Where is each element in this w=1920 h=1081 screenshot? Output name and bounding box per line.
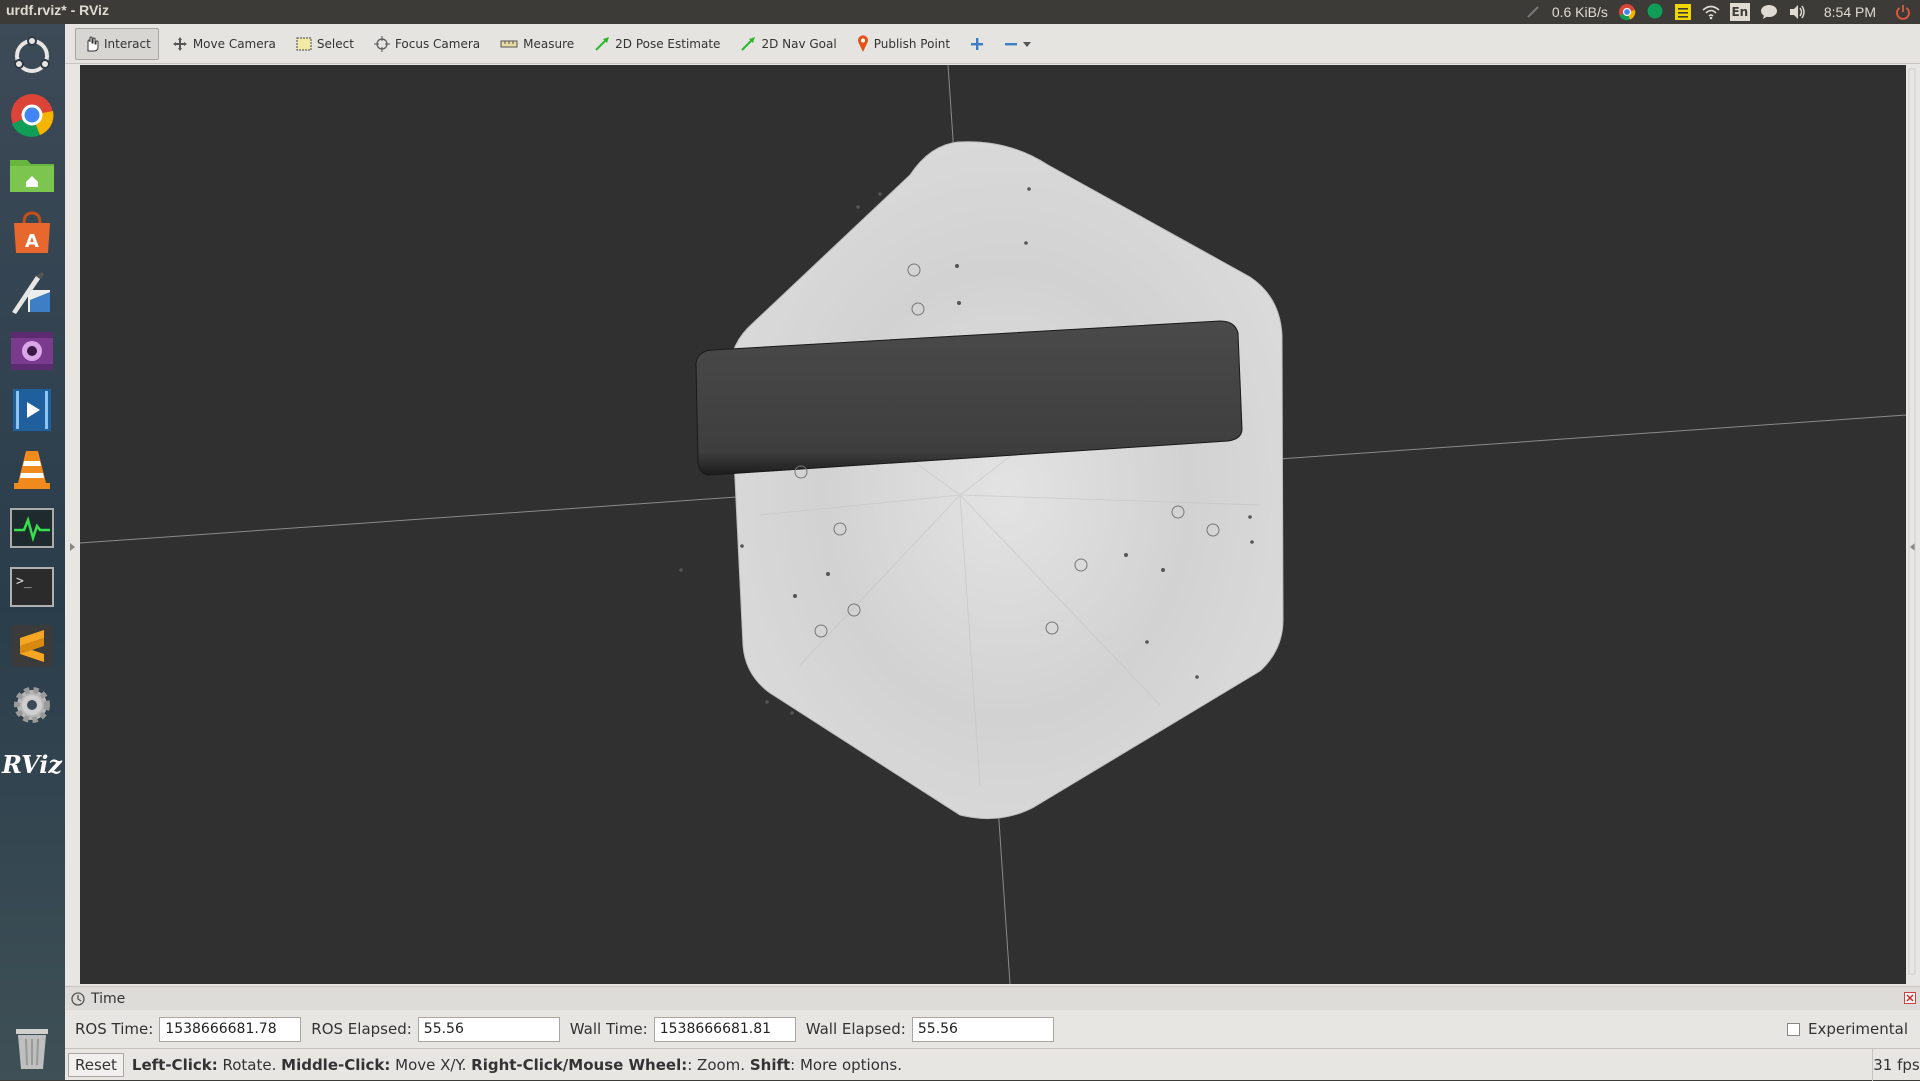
focus-icon	[373, 35, 390, 52]
tool-label: Publish Point	[873, 36, 951, 51]
svg-text:>_: >_	[16, 574, 32, 589]
ubuntu-dash-icon[interactable]	[8, 32, 56, 80]
tool-label: 2D Nav Goal	[761, 36, 837, 51]
messaging-icon[interactable]	[1760, 3, 1778, 21]
ros-elapsed-label: ROS Elapsed:	[311, 1020, 412, 1038]
add-tool-button[interactable]	[963, 28, 991, 60]
reset-button[interactable]: Reset	[68, 1052, 124, 1077]
tool-label: Select	[316, 36, 354, 51]
tool-label: Interact	[104, 36, 151, 51]
minus-icon	[1005, 42, 1018, 45]
power-icon[interactable]	[1894, 3, 1912, 21]
hint-part: Middle-Click:	[281, 1055, 391, 1074]
move-camera-icon	[172, 36, 187, 51]
3d-viewport[interactable]	[80, 65, 1906, 984]
tool-label: Measure	[523, 36, 575, 51]
top-menu-bar: urdf.rviz* - RViz 0.6 KiB/s En 8:54 PM	[0, 0, 1920, 24]
status-bar: Reset Left-Click: Rotate. Middle-Click: …	[65, 1048, 1920, 1081]
fps-counter: 31 fps	[1872, 1049, 1920, 1081]
rviz-launcher-label: RViz	[1, 749, 63, 779]
tool-label: Focus Camera	[394, 36, 481, 51]
tool-2d-nav-goal[interactable]: 2D Nav Goal	[733, 28, 843, 60]
right-dock-collapse[interactable]	[1906, 65, 1920, 984]
rviz-icon[interactable]: RViz	[2, 740, 62, 788]
unity-launcher: A >_ RViz	[0, 24, 65, 1080]
keyboard-icon[interactable]: En	[1729, 3, 1750, 21]
wall-time-field[interactable]: 1538666681.81	[653, 1016, 796, 1042]
chrome-icon[interactable]	[8, 91, 56, 139]
clock-icon	[71, 991, 85, 1006]
clock[interactable]: 8:54 PM	[1824, 4, 1876, 20]
chrome-icon[interactable]	[1618, 3, 1636, 21]
hint-part: : Zoom.	[687, 1055, 750, 1074]
tool-interact[interactable]: Interact	[75, 27, 159, 60]
vlc-icon[interactable]	[8, 445, 56, 493]
experimental-option[interactable]: Experimental	[1786, 1020, 1908, 1038]
ros-time-label: ROS Time:	[75, 1020, 154, 1038]
video-editor-icon[interactable]	[8, 386, 56, 434]
experimental-label: Experimental	[1807, 1020, 1908, 1038]
tool-label: Move Camera	[192, 36, 276, 51]
libreoffice-draw-icon[interactable]	[8, 268, 56, 316]
ruler-icon	[500, 40, 518, 47]
time-panel-header: Time	[65, 986, 1920, 1010]
robot-scene[interactable]	[80, 65, 1906, 984]
wall-time-label: Wall Time:	[569, 1020, 648, 1038]
wall-elapsed-field[interactable]: 55.56	[911, 1016, 1054, 1042]
system-settings-icon[interactable]	[8, 681, 56, 729]
files-icon[interactable]	[8, 150, 56, 198]
tool-focus-camera[interactable]: Focus Camera	[367, 28, 487, 60]
tool-label: 2D Pose Estimate	[615, 36, 721, 51]
window-title: urdf.rviz* - RViz	[6, 2, 109, 18]
hint-part: Shift	[749, 1055, 791, 1074]
pin-icon	[857, 34, 868, 52]
hint-part: Left-Click:	[131, 1055, 218, 1074]
hint-part: Right-Click/Mouse Wheel:	[471, 1055, 688, 1074]
remove-tool-button[interactable]	[997, 28, 1038, 60]
keyboard-layout: En	[1731, 5, 1749, 19]
robot-base-plate	[729, 141, 1284, 820]
system-tray: 0.6 KiB/s En 8:54 PM	[1524, 0, 1912, 24]
experimental-checkbox[interactable]	[1786, 1022, 1800, 1036]
notes-icon[interactable]	[1674, 3, 1692, 21]
time-panel-title: Time	[91, 990, 126, 1007]
tool-publish-point[interactable]: Publish Point	[850, 28, 957, 60]
tool-move-camera[interactable]: Move Camera	[165, 28, 283, 60]
time-panel-fields: ROS Time: 1538666681.78 ROS Elapsed: 55.…	[65, 1010, 1920, 1048]
plus-icon	[971, 37, 984, 50]
tool-select[interactable]: Select	[289, 28, 361, 60]
wifi-icon[interactable]	[1702, 3, 1720, 21]
hint-part: Rotate.	[217, 1055, 282, 1074]
hint-part: : More options.	[790, 1055, 902, 1074]
software-center-icon[interactable]: A	[8, 209, 56, 257]
tool-measure[interactable]: Measure	[493, 28, 581, 60]
left-dock-collapse[interactable]	[65, 65, 80, 984]
net-speed[interactable]: 0.6 KiB/s	[1552, 4, 1608, 20]
volume-icon[interactable]	[1788, 3, 1806, 21]
svg-text:A: A	[25, 231, 39, 252]
wall-elapsed-label: Wall Elapsed:	[805, 1020, 906, 1038]
rviz-window: Interact Move Camera Select Focus Camera…	[65, 24, 1920, 1081]
green-arrow-icon	[595, 36, 610, 51]
trash-icon[interactable]	[8, 1024, 56, 1072]
sync-icon[interactable]	[1524, 3, 1542, 21]
hangouts-icon[interactable]	[1646, 3, 1664, 21]
terminal-icon[interactable]: >_	[8, 563, 56, 611]
system-monitor-icon[interactable]	[8, 504, 56, 552]
ros-elapsed-field[interactable]: 55.56	[417, 1016, 560, 1042]
hand-icon	[87, 35, 99, 51]
ros-time-field[interactable]: 1538666681.78	[159, 1016, 302, 1042]
chevron-down-icon	[1023, 41, 1032, 47]
tool-toolbar: Interact Move Camera Select Focus Camera…	[65, 24, 1920, 64]
close-icon[interactable]	[1904, 992, 1916, 1008]
webcam-icon[interactable]	[8, 327, 56, 375]
green-arrow-icon	[741, 36, 756, 51]
select-icon	[296, 37, 312, 50]
status-hint: Left-Click: Rotate. Middle-Click: Move X…	[132, 1056, 902, 1074]
tool-2d-pose-estimate[interactable]: 2D Pose Estimate	[587, 28, 727, 60]
hint-part: Move X/Y.	[390, 1055, 472, 1074]
sublime-text-icon[interactable]	[8, 622, 56, 670]
